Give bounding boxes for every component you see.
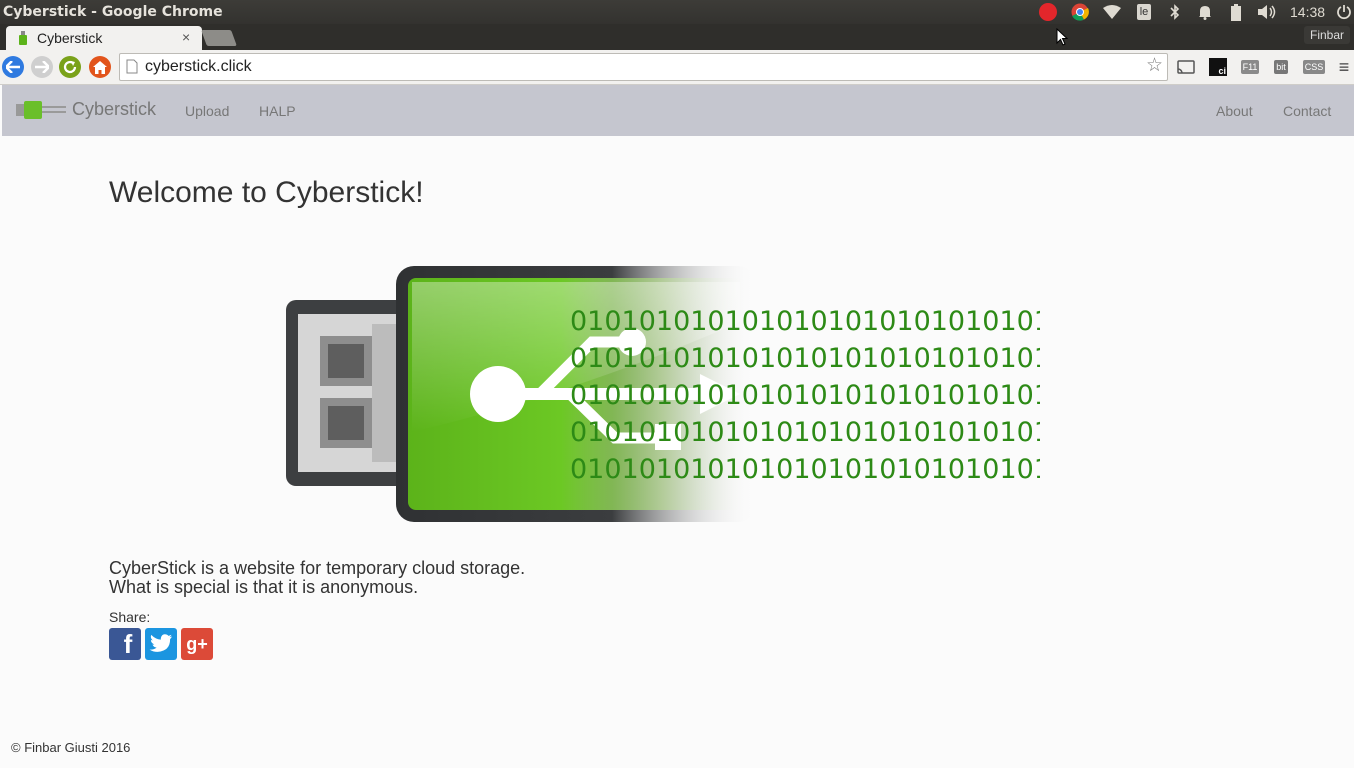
cast-icon[interactable] — [1176, 57, 1196, 77]
tab-title: Cyberstick — [37, 30, 103, 46]
close-tab-icon[interactable]: × — [182, 29, 190, 45]
nav-halp-link[interactable]: HALP — [259, 103, 296, 119]
description-line-1: CyberStick is a website for temporary cl… — [109, 558, 526, 578]
bluetooth-icon[interactable] — [1166, 3, 1184, 21]
chrome-icon[interactable] — [1070, 3, 1090, 21]
page-icon — [126, 59, 138, 79]
url-text[interactable]: cyberstick.click — [145, 58, 252, 76]
twitter-share-icon[interactable] — [145, 628, 177, 660]
description-line-2: What is special is that it is anonymous. — [109, 577, 419, 597]
f11-extension-label: F11 — [1240, 60, 1260, 74]
nav-contact-link[interactable]: Contact — [1283, 103, 1331, 119]
bitly-extension-label: bit — [1274, 60, 1288, 74]
volume-icon[interactable] — [1256, 3, 1278, 21]
page-title: Welcome to Cyberstick! — [109, 176, 424, 209]
binary-line: 01010101010101010101010101010101 — [570, 306, 1040, 337]
binary-line: 01010101010101010101010101010101 — [570, 343, 1040, 374]
share-buttons: f g+ — [109, 628, 213, 660]
battery-icon[interactable] — [1228, 3, 1244, 21]
reload-button[interactable] — [59, 56, 81, 78]
wifi-icon[interactable] — [1102, 3, 1122, 21]
forward-button[interactable] — [31, 56, 53, 78]
ci-extension-icon[interactable]: ci — [1208, 57, 1228, 77]
google-plus-glyph: g+ — [186, 633, 208, 654]
new-tab-button[interactable] — [201, 30, 237, 46]
binary-line: 01010101010101010101010101010101 — [570, 417, 1040, 448]
power-icon[interactable] — [1334, 3, 1354, 21]
ci-extension-label: ci — [1209, 58, 1227, 76]
address-bar[interactable]: cyberstick.click ☆ — [119, 53, 1168, 81]
site-navbar: Cyberstick Upload HALP About Contact — [2, 85, 1354, 136]
binary-line: 01010101010101010101010101010101 — [570, 380, 1040, 411]
profile-button[interactable]: Finbar — [1304, 26, 1351, 44]
brand-link[interactable]: Cyberstick — [16, 99, 156, 120]
binary-line: 01010101010101010101010101010101 — [570, 454, 1040, 485]
nav-about-link[interactable]: About — [1216, 103, 1253, 119]
back-button[interactable] — [2, 56, 24, 78]
usb-favicon-icon — [18, 31, 28, 50]
google-plus-share-icon[interactable]: g+ — [181, 628, 213, 660]
share-label: Share: — [109, 609, 151, 625]
bell-icon[interactable] — [1196, 3, 1214, 21]
bookmark-star-icon[interactable]: ☆ — [1146, 56, 1163, 76]
os-top-bar: Cyberstick - Google Chrome le 14:38 — [0, 0, 1354, 24]
keyboard-layout-label: le — [1136, 4, 1152, 20]
record-icon[interactable] — [1038, 3, 1058, 21]
facebook-glyph: f — [123, 629, 133, 659]
clock[interactable]: 14:38 — [1290, 4, 1325, 20]
facebook-share-icon[interactable]: f — [109, 628, 141, 660]
keyboard-icon[interactable]: le — [1134, 3, 1154, 21]
fullscreen-extension-icon[interactable]: F11 — [1239, 57, 1261, 77]
tab-strip: Cyberstick × Finbar — [0, 24, 1354, 50]
brand-name: Cyberstick — [72, 99, 157, 119]
tab-cyberstick[interactable]: Cyberstick × — [6, 26, 202, 50]
bitly-extension-icon[interactable]: bit — [1271, 57, 1291, 77]
footer-copyright: © Finbar Giusti 2016 — [11, 740, 131, 755]
home-button[interactable] — [89, 56, 111, 78]
chrome-menu-icon[interactable]: ≡ — [1336, 57, 1352, 77]
css-extension-label: CSS — [1302, 60, 1326, 74]
browser-toolbar: cyberstick.click ☆ ci F11 bit CSS ≡ — [0, 50, 1354, 85]
mouse-cursor-icon — [1056, 27, 1069, 51]
css-extension-icon[interactable]: CSS — [1302, 57, 1326, 77]
nav-upload-link[interactable]: Upload — [185, 103, 229, 119]
site-description: CyberStick is a website for temporary cl… — [109, 559, 525, 597]
window-title: Cyberstick - Google Chrome — [3, 4, 223, 20]
usb-hero-image: 01010101010101010101010101010101 0101010… — [280, 262, 1120, 529]
usb-logo-icon — [16, 100, 68, 120]
